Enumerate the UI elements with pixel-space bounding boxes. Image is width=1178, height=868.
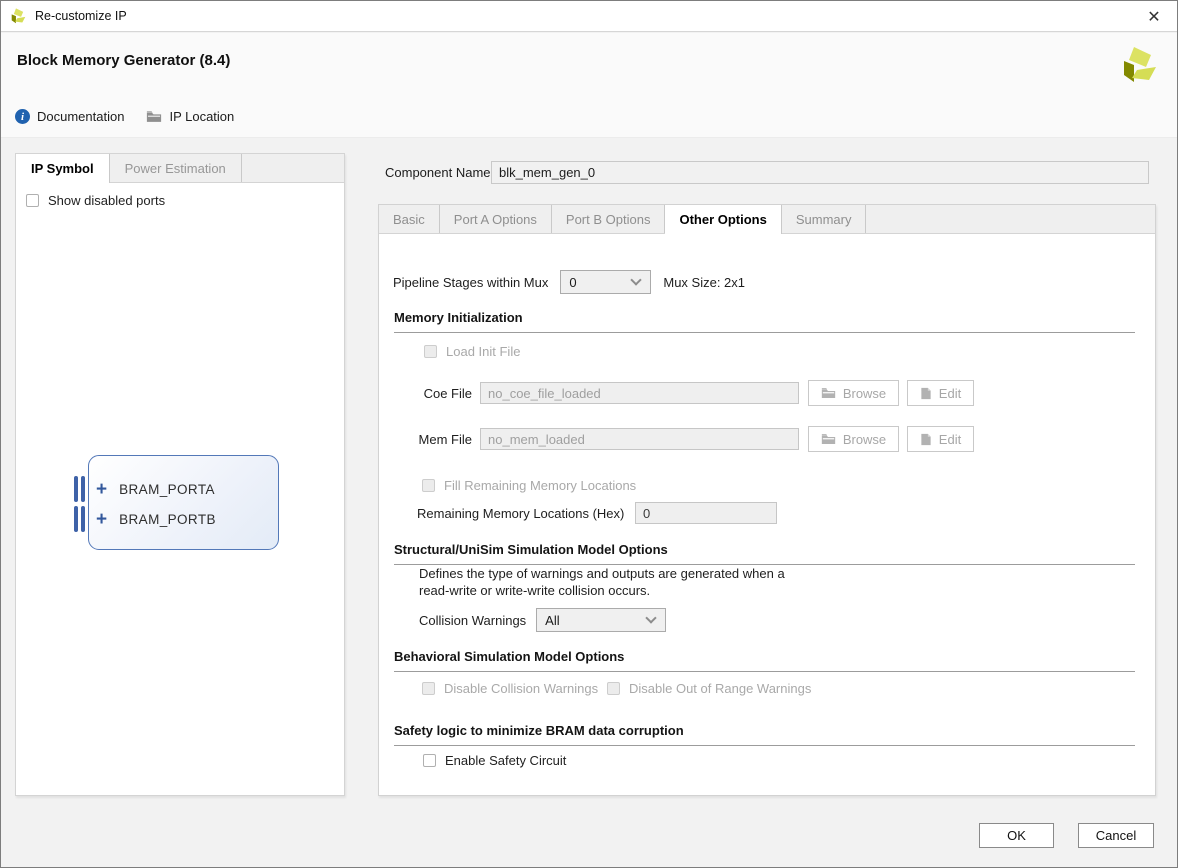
component-name-input[interactable] [491,161,1149,184]
other-options-pane: Pipeline Stages within Mux 0 Mux Size: 2… [379,234,1155,795]
pipeline-stages-dropdown[interactable]: 0 [560,270,651,294]
ok-button[interactable]: OK [979,823,1054,848]
edit-file-icon [920,387,932,400]
coe-edit-button: Edit [907,380,974,406]
bram-portb-row: + BRAM_PORTB [74,506,216,532]
chevron-down-icon [631,274,642,285]
folder-icon [146,110,162,123]
pipeline-stages-label: Pipeline Stages within Mux [393,275,548,290]
disable-collision-row: Disable Collision Warnings [422,681,598,696]
tab-basic[interactable]: Basic [379,205,440,233]
show-disabled-ports-row: Show disabled ports [26,193,165,208]
ip-symbol-panel: IP Symbol Power Estimation Show disabled… [15,153,345,796]
disable-collision-checkbox [422,682,435,695]
collision-warnings-dropdown[interactable]: All [536,608,666,632]
coe-file-field: no_coe_file_loaded [480,382,799,404]
tab-ip-symbol[interactable]: IP Symbol [16,154,110,183]
chevron-down-icon [646,612,657,623]
tab-summary[interactable]: Summary [782,205,867,233]
header-links: i Documentation IP Location [15,109,256,124]
documentation-link[interactable]: i Documentation [15,109,124,124]
folder-icon [821,387,836,399]
bus-port-icon [74,506,85,532]
cancel-button[interactable]: Cancel [1078,823,1154,848]
memory-initialization-header: Memory Initialization [394,310,1135,333]
coe-browse-button: Browse [808,380,899,406]
collision-warnings-row: Collision Warnings All [419,608,666,632]
title-bar: Re-customize IP ✕ [1,1,1177,32]
component-name-label: Component Name [385,165,491,180]
bus-port-icon [74,476,85,502]
bram-porta-row: + BRAM_PORTA [74,476,215,502]
left-tab-strip: IP Symbol Power Estimation [16,154,344,183]
tab-power-estimation[interactable]: Power Estimation [110,154,242,182]
tab-port-b-options[interactable]: Port B Options [552,205,666,233]
dialog-header: Block Memory Generator (8.4) i Documenta… [1,33,1177,138]
ip-location-link[interactable]: IP Location [146,109,234,124]
mem-browse-button: Browse [808,426,899,452]
load-init-file-row: Load Init File [424,344,520,359]
remaining-locations-label: Remaining Memory Locations (Hex) [417,502,624,524]
collision-warnings-label: Collision Warnings [419,613,526,628]
recustomize-ip-dialog: Re-customize IP ✕ Block Memory Generator… [0,0,1178,868]
folder-icon [821,433,836,445]
behavioral-header: Behavioral Simulation Model Options [394,649,1135,672]
disable-out-of-range-checkbox [607,682,620,695]
collision-description-line2: read-write or write-write collision occu… [419,583,650,598]
enable-safety-checkbox[interactable] [423,754,436,767]
safety-header: Safety logic to minimize BRAM data corru… [394,723,1135,746]
mux-size-text: Mux Size: 2x1 [663,275,745,290]
show-disabled-ports-checkbox[interactable] [26,194,39,207]
disable-out-of-range-row: Disable Out of Range Warnings [607,681,811,696]
mem-edit-button: Edit [907,426,974,452]
structural-unisim-header: Structural/UniSim Simulation Model Optio… [394,542,1135,565]
info-icon: i [15,109,30,124]
portb-label: BRAM_PORTB [119,512,216,527]
config-tab-strip: Basic Port A Options Port B Options Othe… [379,205,1155,234]
tab-other-options[interactable]: Other Options [665,205,781,234]
pipeline-stages-row: Pipeline Stages within Mux 0 Mux Size: 2… [393,270,745,294]
window-title: Re-customize IP [35,9,127,23]
page-title: Block Memory Generator (8.4) [17,52,230,69]
component-name-row: Component Name [385,161,1147,184]
edit-file-icon [920,433,932,446]
collision-description-line1: Defines the type of warnings and outputs… [419,566,785,581]
fill-remaining-checkbox [422,479,435,492]
close-icon[interactable]: ✕ [1141,4,1167,30]
load-init-file-checkbox [424,345,437,358]
xilinx-logo [1120,46,1160,86]
mem-file-field: no_mem_loaded [480,428,799,450]
fill-remaining-row: Fill Remaining Memory Locations [422,478,636,493]
expand-porta-icon[interactable]: + [96,480,107,499]
bram-ip-symbol [88,455,279,550]
remaining-locations-field: 0 [635,502,777,524]
coe-file-label: Coe File [379,380,472,406]
mem-file-label: Mem File [379,426,472,452]
xilinx-logo-icon [10,8,27,25]
options-tab-container: Basic Port A Options Port B Options Othe… [378,204,1156,796]
enable-safety-row: Enable Safety Circuit [423,753,566,768]
expand-portb-icon[interactable]: + [96,510,107,529]
tab-port-a-options[interactable]: Port A Options [440,205,552,233]
porta-label: BRAM_PORTA [119,482,215,497]
